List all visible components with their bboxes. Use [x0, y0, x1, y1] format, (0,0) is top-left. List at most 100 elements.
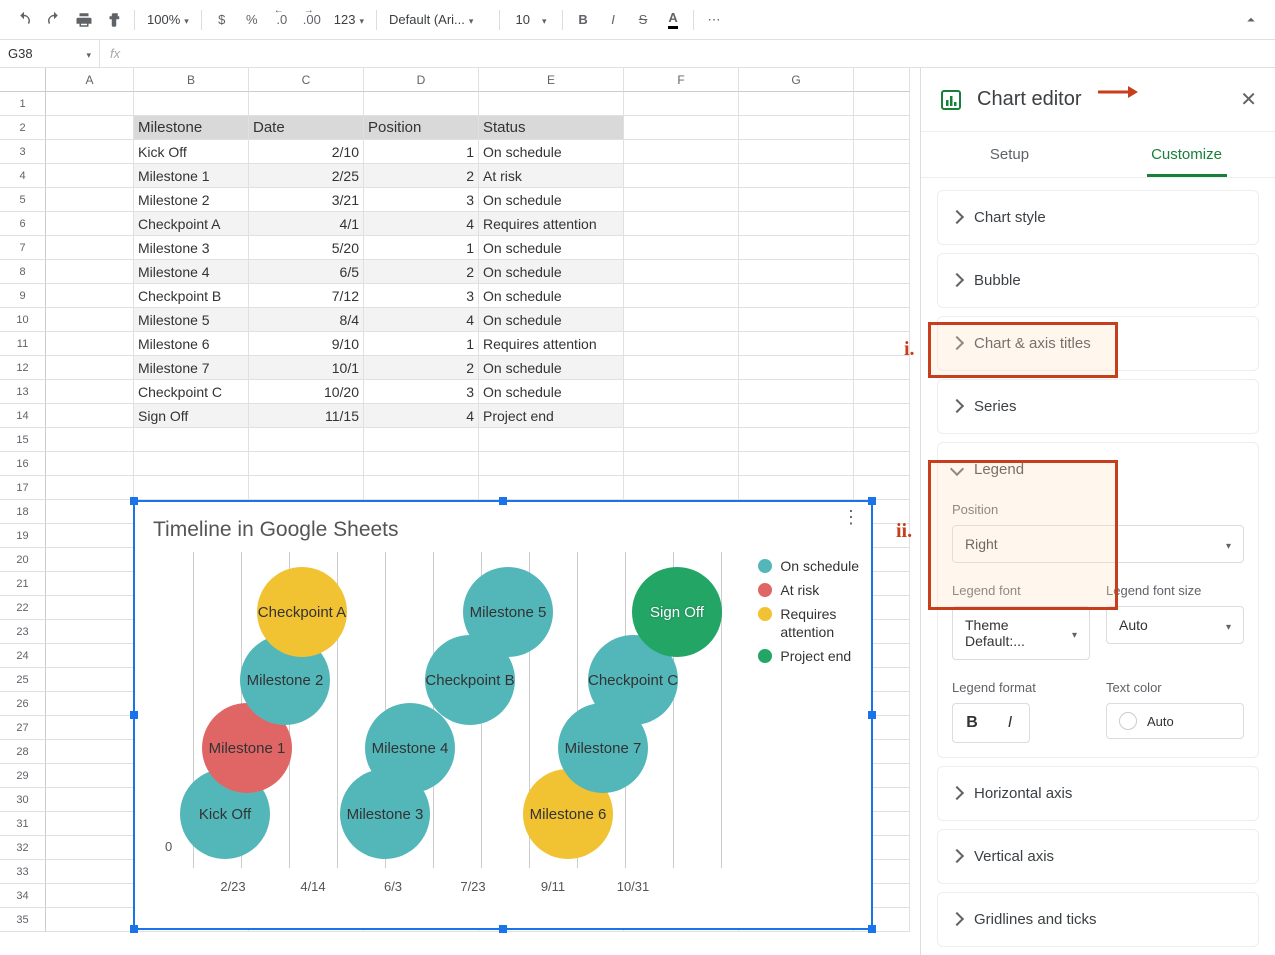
- resize-handle[interactable]: [130, 497, 138, 505]
- cell[interactable]: [624, 212, 739, 236]
- cell[interactable]: 3/21: [249, 188, 364, 212]
- cell[interactable]: [46, 332, 134, 356]
- cell[interactable]: [46, 356, 134, 380]
- text-color-button[interactable]: A: [659, 6, 687, 34]
- cell[interactable]: [46, 260, 134, 284]
- chart-legend[interactable]: On scheduleAt riskRequiresattentionProje…: [758, 558, 859, 672]
- cell[interactable]: [46, 116, 134, 140]
- format-123-button[interactable]: 123: [328, 6, 370, 34]
- cell[interactable]: [249, 92, 364, 116]
- row-header[interactable]: 32: [0, 836, 46, 860]
- section-gridlines-ticks[interactable]: Gridlines and ticks: [938, 893, 1258, 946]
- cell[interactable]: 1: [364, 140, 479, 164]
- font-size-combo[interactable]: 10: [506, 6, 556, 34]
- cell[interactable]: Milestone 5: [134, 308, 249, 332]
- cell[interactable]: [46, 188, 134, 212]
- cell[interactable]: [364, 476, 479, 500]
- cell[interactable]: [249, 476, 364, 500]
- cell[interactable]: [624, 308, 739, 332]
- cell[interactable]: [624, 236, 739, 260]
- cell[interactable]: [854, 236, 910, 260]
- cell[interactable]: [46, 740, 134, 764]
- cell[interactable]: [46, 476, 134, 500]
- cell[interactable]: [46, 140, 134, 164]
- cell[interactable]: [854, 356, 910, 380]
- row-header[interactable]: 29: [0, 764, 46, 788]
- row-header[interactable]: 5: [0, 188, 46, 212]
- cell[interactable]: [739, 236, 854, 260]
- row-header[interactable]: 10: [0, 308, 46, 332]
- column-header[interactable]: E: [479, 68, 624, 92]
- row-header[interactable]: 27: [0, 716, 46, 740]
- cell[interactable]: [46, 692, 134, 716]
- cell[interactable]: [854, 284, 910, 308]
- percent-button[interactable]: %: [238, 6, 266, 34]
- row-header[interactable]: 26: [0, 692, 46, 716]
- cell[interactable]: 7/12: [249, 284, 364, 308]
- cell[interactable]: 2/10: [249, 140, 364, 164]
- cell[interactable]: [624, 428, 739, 452]
- cell[interactable]: 9/10: [249, 332, 364, 356]
- cell[interactable]: 3: [364, 380, 479, 404]
- resize-handle[interactable]: [130, 925, 138, 933]
- cell[interactable]: [739, 404, 854, 428]
- cell[interactable]: [46, 596, 134, 620]
- row-header[interactable]: 15: [0, 428, 46, 452]
- cell[interactable]: Milestone 4: [134, 260, 249, 284]
- cell[interactable]: Requires attention: [479, 212, 624, 236]
- section-horizontal-axis[interactable]: Horizontal axis: [938, 767, 1258, 820]
- chart-bubble[interactable]: Milestone 4: [365, 703, 455, 793]
- cell[interactable]: [46, 92, 134, 116]
- cell[interactable]: On schedule: [479, 380, 624, 404]
- row-header[interactable]: 33: [0, 860, 46, 884]
- italic-button[interactable]: I: [599, 6, 627, 34]
- cell[interactable]: [854, 380, 910, 404]
- cell[interactable]: [134, 476, 249, 500]
- cell[interactable]: 4: [364, 212, 479, 236]
- redo-button[interactable]: [40, 6, 68, 34]
- legend-item[interactable]: Project end: [758, 648, 859, 664]
- cell[interactable]: 5/20: [249, 236, 364, 260]
- cell[interactable]: [739, 308, 854, 332]
- cell[interactable]: [46, 812, 134, 836]
- cell[interactable]: [46, 236, 134, 260]
- cell[interactable]: On schedule: [479, 140, 624, 164]
- chart-bubble[interactable]: Sign Off: [632, 567, 722, 657]
- cell[interactable]: Kick Off: [134, 140, 249, 164]
- column-header[interactable]: [854, 68, 910, 92]
- column-header[interactable]: A: [46, 68, 134, 92]
- chart-bubble[interactable]: Milestone 5: [463, 567, 553, 657]
- row-header[interactable]: 23: [0, 620, 46, 644]
- row-header[interactable]: 24: [0, 644, 46, 668]
- cell[interactable]: [854, 476, 910, 500]
- cell[interactable]: [364, 428, 479, 452]
- cell[interactable]: [854, 404, 910, 428]
- cell[interactable]: [46, 548, 134, 572]
- cell[interactable]: Sign Off: [134, 404, 249, 428]
- resize-handle[interactable]: [868, 497, 876, 505]
- cell[interactable]: [624, 188, 739, 212]
- cell[interactable]: [134, 428, 249, 452]
- cell[interactable]: 3: [364, 284, 479, 308]
- cell[interactable]: Position: [364, 116, 479, 140]
- cell[interactable]: [739, 188, 854, 212]
- cell[interactable]: [624, 452, 739, 476]
- cell[interactable]: [854, 428, 910, 452]
- print-button[interactable]: [70, 6, 98, 34]
- row-header[interactable]: 19: [0, 524, 46, 548]
- cell[interactable]: 6/5: [249, 260, 364, 284]
- legend-item[interactable]: Requires: [758, 606, 859, 622]
- cell[interactable]: [739, 332, 854, 356]
- cell[interactable]: On schedule: [479, 236, 624, 260]
- resize-handle[interactable]: [868, 925, 876, 933]
- cell[interactable]: On schedule: [479, 188, 624, 212]
- legend-item[interactable]: At risk: [758, 582, 859, 598]
- row-header[interactable]: 12: [0, 356, 46, 380]
- column-header[interactable]: F: [624, 68, 739, 92]
- cell[interactable]: 3: [364, 188, 479, 212]
- legend-position-select[interactable]: Right: [952, 525, 1244, 563]
- cell[interactable]: [624, 260, 739, 284]
- cell[interactable]: At risk: [479, 164, 624, 188]
- cell[interactable]: [46, 212, 134, 236]
- row-header[interactable]: 20: [0, 548, 46, 572]
